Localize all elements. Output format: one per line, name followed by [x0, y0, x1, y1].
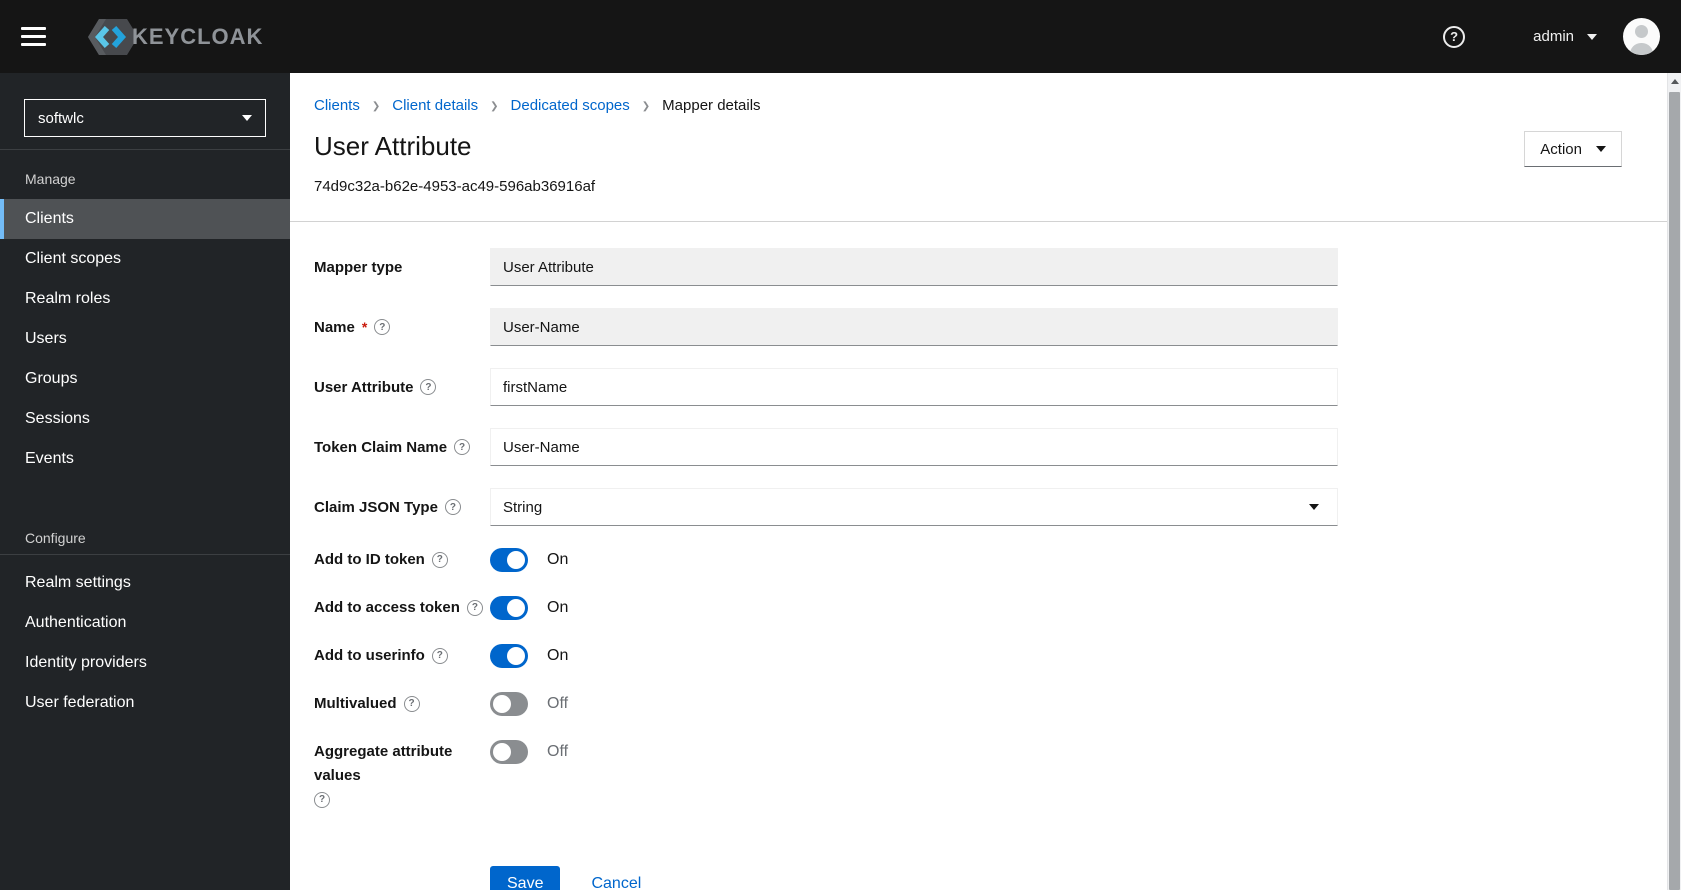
aggregate-attribute-values-state: Off [547, 743, 569, 760]
claim-json-type-help-icon[interactable] [444, 499, 461, 515]
toggle-row-aggregate-attribute-values: Aggregate attribute values Off [314, 740, 1667, 808]
name-label: Name [314, 318, 355, 336]
add-to-id-token-label: Add to ID token [314, 551, 425, 568]
breadcrumb-separator-icon: ❯ [371, 101, 381, 112]
realm-selector[interactable]: softwlc [24, 99, 266, 137]
sidebar-item-users[interactable]: Users [0, 319, 290, 359]
sidebar-divider [0, 554, 290, 555]
token-claim-name-input[interactable] [490, 428, 1338, 466]
brand-text: KEYCLOAK [132, 23, 264, 49]
form-row-token-claim-name: Token Claim Name [314, 428, 1667, 466]
add-to-access-token-label: Add to access token [314, 599, 460, 616]
help-icon[interactable]: ? [1443, 25, 1466, 48]
user-attribute-input[interactable] [490, 368, 1338, 406]
add-to-userinfo-help-icon[interactable] [431, 648, 448, 664]
hamburger-menu-icon[interactable] [21, 27, 46, 46]
breadcrumb-mapper-details: Mapper details [662, 97, 761, 114]
breadcrumb: Clients ❯ Client details ❯ Dedicated sco… [314, 97, 1667, 114]
keycloak-hexagon-icon [88, 18, 138, 55]
sidebar-item-identity-providers[interactable]: Identity providers [0, 643, 290, 683]
breadcrumb-dedicated-scopes[interactable]: Dedicated scopes [511, 97, 630, 114]
add-to-userinfo-state: On [547, 647, 569, 664]
add-to-access-token-state: On [547, 599, 569, 616]
mapper-form: Mapper type Name * [314, 248, 1667, 890]
action-dropdown-button[interactable]: Action [1524, 131, 1622, 167]
main-content: Clients ❯ Client details ❯ Dedicated sco… [290, 73, 1667, 890]
add-to-id-token-state: On [547, 551, 569, 568]
scroll-up-icon [1670, 79, 1679, 84]
multivalued-state: Off [547, 695, 569, 712]
scrollbar-up-button[interactable] [1668, 73, 1681, 90]
token-claim-name-label: Token Claim Name [314, 438, 448, 456]
multivalued-help-icon[interactable] [403, 696, 420, 712]
realm-selector-caret-icon [242, 115, 252, 121]
multivalued-toggle[interactable] [490, 692, 528, 716]
mapper-type-label: Mapper type [314, 258, 403, 276]
breadcrumb-separator-icon: ❯ [641, 101, 651, 112]
add-to-userinfo-label: Add to userinfo [314, 647, 425, 664]
action-dropdown-label: Action [1540, 140, 1582, 158]
section-divider [290, 221, 1667, 222]
masthead-right: ? admin [1443, 18, 1660, 55]
sidebar-item-realm-roles[interactable]: Realm roles [0, 279, 290, 319]
masthead: KEYCLOAK ? admin [0, 0, 1681, 73]
sidebar-item-authentication[interactable]: Authentication [0, 603, 290, 643]
sidebar-item-user-federation[interactable]: User federation [0, 683, 290, 723]
save-button[interactable]: Save [490, 866, 561, 890]
sidebar-item-groups[interactable]: Groups [0, 359, 290, 399]
form-row-claim-json-type: Claim JSON Type String [314, 488, 1667, 526]
page-title: User Attribute [314, 131, 472, 161]
aggregate-attribute-values-help-icon[interactable] [314, 792, 330, 808]
keycloak-logo[interactable]: KEYCLOAK [74, 16, 263, 58]
select-caret-icon [1309, 504, 1319, 510]
name-help-icon[interactable] [374, 319, 391, 335]
add-to-access-token-help-icon[interactable] [466, 600, 483, 616]
name-input [490, 308, 1338, 346]
sidebar-item-clients[interactable]: Clients [0, 199, 290, 239]
claim-json-type-value: String [503, 498, 543, 516]
toggle-row-add-to-id-token: Add to ID token On [314, 548, 1667, 572]
breadcrumb-clients[interactable]: Clients [314, 97, 360, 114]
mapper-type-input [490, 248, 1338, 286]
sidebar-item-sessions[interactable]: Sessions [0, 399, 290, 439]
sidebar: softwlc Manage Clients Client scopes Rea… [0, 73, 290, 890]
form-row-mapper-type: Mapper type [314, 248, 1667, 286]
add-to-access-token-toggle[interactable] [490, 596, 528, 620]
realm-selector-value: softwlc [38, 109, 84, 127]
action-caret-icon [1596, 146, 1606, 152]
add-to-id-token-help-icon[interactable] [431, 552, 448, 568]
required-asterisk: * [361, 319, 368, 335]
toggle-row-multivalued: Multivalued Off [314, 692, 1667, 716]
sidebar-section-manage: Manage [25, 171, 76, 187]
claim-json-type-label: Claim JSON Type [314, 498, 438, 516]
breadcrumb-separator-icon: ❯ [490, 101, 499, 112]
breadcrumb-client-details[interactable]: Client details [392, 97, 478, 114]
claim-json-type-select[interactable]: String [490, 488, 1338, 526]
cancel-link[interactable]: Cancel [591, 875, 641, 890]
toggle-row-add-to-userinfo: Add to userinfo On [314, 644, 1667, 668]
sidebar-item-events[interactable]: Events [0, 439, 290, 479]
add-to-id-token-toggle[interactable] [490, 548, 528, 572]
toggle-row-add-to-access-token: Add to access token On [314, 596, 1667, 620]
scrollbar-thumb[interactable] [1669, 92, 1680, 890]
form-row-user-attribute: User Attribute [314, 368, 1667, 406]
user-menu-label[interactable]: admin [1533, 28, 1574, 45]
add-to-userinfo-toggle[interactable] [490, 644, 528, 668]
sidebar-item-realm-settings[interactable]: Realm settings [0, 563, 290, 603]
sidebar-section-configure: Configure [25, 530, 86, 546]
mapper-id: 74d9c32a-b62e-4953-ac49-596ab36916af [314, 178, 596, 195]
aggregate-attribute-values-toggle[interactable] [490, 740, 528, 764]
avatar[interactable] [1623, 18, 1660, 55]
user-menu-caret-icon[interactable] [1587, 33, 1597, 40]
vertical-scrollbar[interactable] [1667, 73, 1681, 890]
user-attribute-label: User Attribute [314, 378, 414, 396]
sidebar-item-client-scopes[interactable]: Client scopes [0, 239, 290, 279]
keycloak-admin-console: KEYCLOAK ? admin softwlc Manage Clients … [0, 0, 1681, 890]
aggregate-attribute-values-label: Aggregate attribute values [314, 743, 453, 784]
form-row-name: Name * [314, 308, 1667, 346]
token-claim-name-help-icon[interactable] [454, 439, 471, 455]
user-attribute-help-icon[interactable] [420, 379, 437, 395]
multivalued-label: Multivalued [314, 695, 397, 712]
form-actions: Save Cancel [490, 866, 1667, 890]
